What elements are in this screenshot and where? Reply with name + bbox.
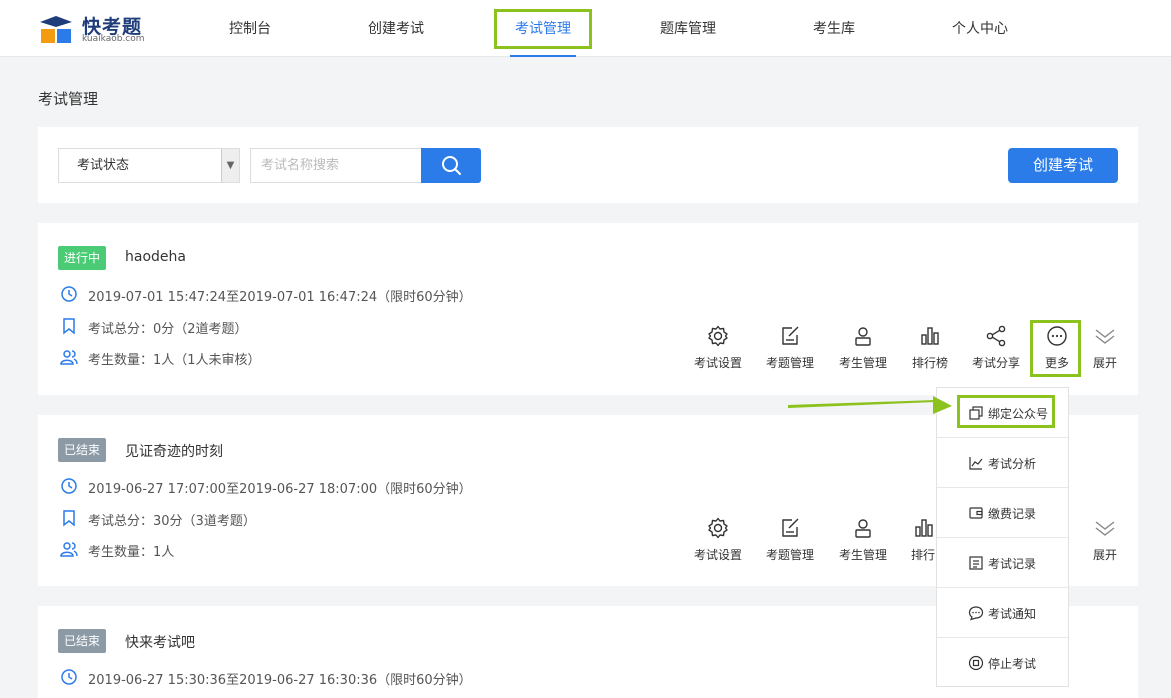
menu-item-exam-analysis[interactable]: 考试分析 <box>937 438 1068 488</box>
clock-icon <box>61 478 77 494</box>
bar-chart-icon <box>915 519 933 537</box>
exam-settings-button[interactable]: 考试设置 <box>688 324 748 374</box>
nav-student-library[interactable]: 考生库 <box>806 0 862 57</box>
more-highlight-box <box>1030 320 1081 377</box>
edit-icon <box>782 518 799 537</box>
expand-button[interactable]: 展开 <box>1075 324 1135 374</box>
student-management-button[interactable]: 考生管理 <box>833 324 893 374</box>
nav-question-bank[interactable]: 题库管理 <box>652 0 724 57</box>
filter-bar: 考试状态 ▼ 创建考试 <box>38 127 1138 203</box>
users-icon <box>60 542 78 557</box>
status-badge: 进行中 <box>58 246 107 270</box>
user-icon <box>855 327 871 346</box>
document-icon <box>969 556 983 570</box>
menu-item-payment-records[interactable]: 缴费记录 <box>937 488 1068 538</box>
status-select[interactable]: 考试状态 ▼ <box>58 148 240 183</box>
nav-highlight-box <box>494 9 592 49</box>
exam-card: 进行中 haodeha 2019-07-01 15:47:24至2019-07-… <box>38 223 1138 395</box>
search-icon <box>442 156 461 175</box>
exam-time: 2019-07-01 15:47:24至2019-07-01 16:47:24（… <box>88 290 472 305</box>
student-management-button[interactable]: 考生管理 <box>833 516 893 566</box>
exam-students: 考生数量：1人 <box>88 545 175 560</box>
ranking-button[interactable]: 排行榜 <box>900 324 960 374</box>
chat-icon <box>968 606 984 621</box>
more-dropdown-menu: 绑定公众号 考试分析 缴费记录 考试记录 考试通知 停止考试 <box>936 387 1069 687</box>
exam-title[interactable]: 见证奇迹的时刻 <box>125 441 223 461</box>
exam-time: 2019-06-27 17:07:00至2019-06-27 18:07:00（… <box>88 482 472 497</box>
exam-search-input[interactable] <box>250 148 422 183</box>
nav-create-exam[interactable]: 创建考试 <box>360 0 432 57</box>
edit-icon <box>782 326 799 345</box>
nav-dashboard[interactable]: 控制台 <box>220 0 280 57</box>
exam-title[interactable]: haodeha <box>125 249 186 265</box>
double-chevron-down-icon <box>1095 329 1115 344</box>
user-icon <box>855 519 871 538</box>
status-badge: 已结束 <box>58 438 107 462</box>
double-chevron-down-icon <box>1095 521 1115 536</box>
question-management-button[interactable]: 考题管理 <box>760 324 820 374</box>
bookmark-icon <box>63 510 75 527</box>
logo-book-icon <box>40 16 72 43</box>
bookmark-icon <box>63 318 75 335</box>
menu-item-stop-exam[interactable]: 停止考试 <box>937 638 1068 688</box>
status-select-value: 考试状态 <box>77 158 130 173</box>
exam-score: 考试总分：30分（3道考题） <box>88 514 256 529</box>
brand-logo[interactable]: 快考题 kuaikaob.com <box>38 12 148 46</box>
share-icon <box>986 325 1006 347</box>
exam-score: 考试总分：0分（2道考题） <box>88 322 248 337</box>
chevron-down-icon[interactable]: ▼ <box>221 149 239 182</box>
gear-icon <box>708 517 728 539</box>
status-badge: 已结束 <box>58 629 107 653</box>
line-chart-icon <box>969 457 983 470</box>
clock-icon <box>61 286 77 302</box>
bar-chart-icon <box>921 327 939 345</box>
exam-students: 考生数量：1人（1人未审核） <box>88 353 261 368</box>
question-management-button[interactable]: 考题管理 <box>760 516 820 566</box>
search-button[interactable] <box>421 148 481 183</box>
exam-time: 2019-06-27 15:30:36至2019-06-27 16:30:36（… <box>88 673 472 688</box>
page-title: 考试管理 <box>38 90 99 108</box>
wallet-icon <box>969 507 983 519</box>
expand-button[interactable]: 展开 <box>1075 516 1135 566</box>
clock-icon <box>61 669 77 685</box>
exam-share-button[interactable]: 考试分享 <box>966 324 1026 374</box>
users-icon <box>60 350 78 365</box>
gear-icon <box>708 325 728 347</box>
exam-settings-button[interactable]: 考试设置 <box>688 516 748 566</box>
stop-icon <box>968 655 984 671</box>
nav-personal-center[interactable]: 个人中心 <box>944 0 1016 57</box>
brand-domain: kuaikaob.com <box>82 34 145 44</box>
menu-item-exam-notification[interactable]: 考试通知 <box>937 588 1068 638</box>
ranking-button[interactable]: 排行 <box>900 516 936 566</box>
menu-item-exam-records[interactable]: 考试记录 <box>937 538 1068 588</box>
create-exam-button[interactable]: 创建考试 <box>1008 148 1118 183</box>
bind-account-highlight-box <box>957 395 1055 428</box>
exam-title[interactable]: 快来考试吧 <box>125 632 195 652</box>
